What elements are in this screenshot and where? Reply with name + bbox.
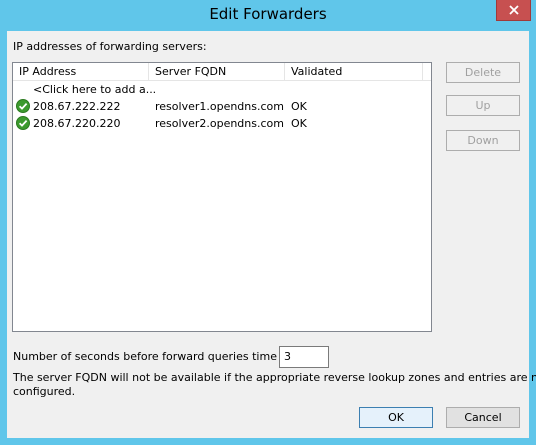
column-header-server-fqdn[interactable]: Server FQDN [149, 63, 285, 80]
timeout-label: Number of seconds before forward queries… [13, 350, 303, 363]
column-header-ip-address[interactable]: IP Address [13, 63, 149, 80]
move-up-button[interactable]: Up [446, 95, 520, 116]
dialog-body: IP addresses of forwarding servers: IP A… [7, 31, 536, 438]
validated-cell: OK [291, 117, 307, 130]
list-item-add-new[interactable]: <Click here to add a... [13, 81, 431, 98]
validated-cell: OK [291, 100, 307, 113]
cancel-button[interactable]: Cancel [446, 407, 520, 428]
check-icon [16, 116, 30, 130]
fqdn-note-line-2: configured. [13, 385, 76, 398]
close-icon [509, 5, 519, 15]
add-new-placeholder[interactable]: <Click here to add a... [33, 81, 156, 98]
list-header: IP Address Server FQDN Validated [13, 63, 431, 81]
column-header-validated[interactable]: Validated [285, 63, 423, 80]
server-fqdn-cell: resolver1.opendns.com [155, 100, 284, 113]
close-button[interactable] [496, 0, 531, 21]
table-row[interactable]: 208.67.220.220 resolver2.opendns.com OK [13, 115, 431, 132]
delete-button[interactable]: Delete [446, 62, 520, 83]
fqdn-note-line-1: The server FQDN will not be available if… [13, 371, 536, 384]
ok-button[interactable]: OK [359, 407, 433, 428]
server-fqdn-cell: resolver2.opendns.com [155, 117, 284, 130]
window-title: Edit Forwarders [209, 5, 327, 23]
title-bar[interactable]: Edit Forwarders [0, 0, 536, 30]
edit-forwarders-window: Edit Forwarders IP addresses of forwardi… [0, 0, 536, 445]
ip-address-cell: 208.67.222.222 [33, 100, 121, 113]
ip-address-cell: 208.67.220.220 [33, 117, 121, 130]
forwarders-list[interactable]: IP Address Server FQDN Validated <Click … [12, 62, 432, 332]
timeout-input[interactable]: 3 [279, 346, 329, 368]
forwarders-section-label: IP addresses of forwarding servers: [13, 40, 207, 53]
check-icon [16, 99, 30, 113]
table-row[interactable]: 208.67.222.222 resolver1.opendns.com OK [13, 98, 431, 115]
move-down-button[interactable]: Down [446, 130, 520, 151]
